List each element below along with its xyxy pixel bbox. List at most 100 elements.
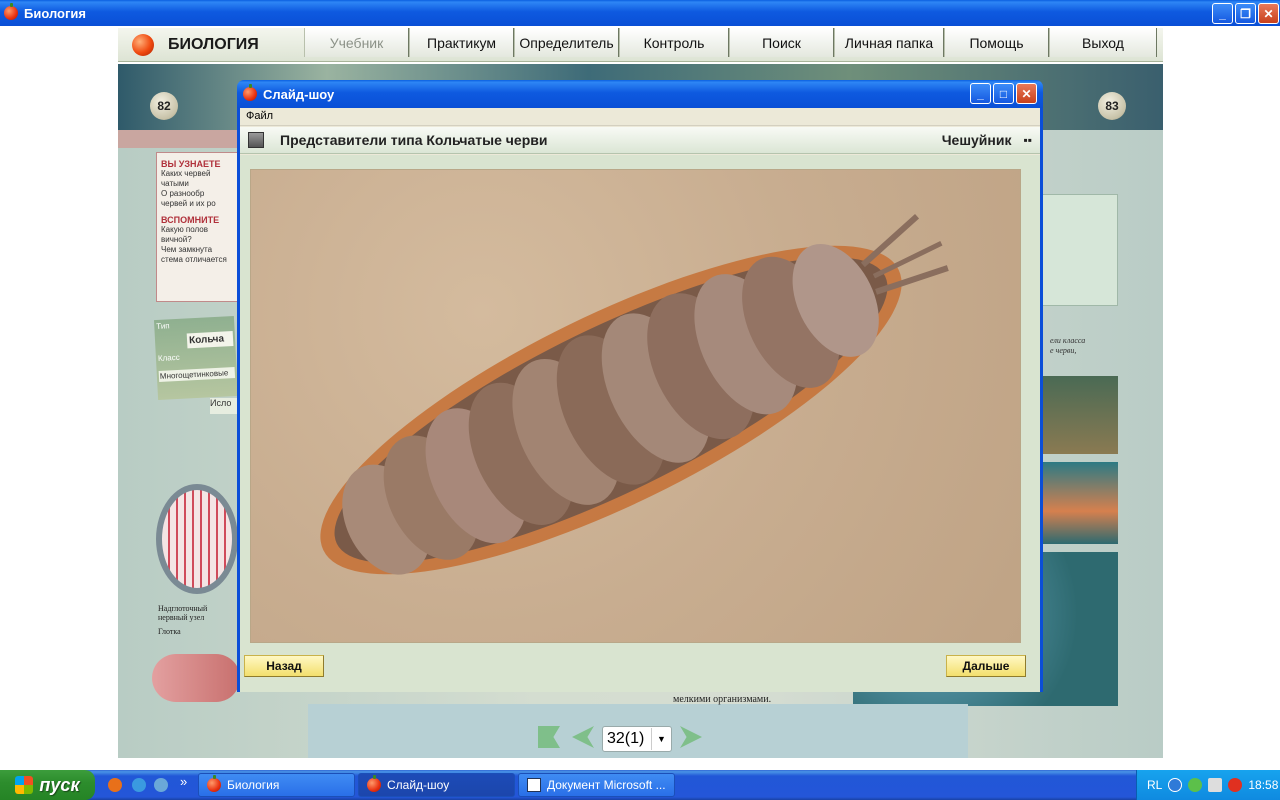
card-class-label: Класс [157,352,180,363]
diagram-label: Глотка [158,627,181,636]
card-type-label: Тип [156,321,170,332]
learn-line: О разнообр [161,189,205,198]
task-label: Слайд-шоу [387,778,450,792]
task-slideshow[interactable]: Слайд-шоу [358,773,515,797]
security-shield-icon[interactable] [1188,778,1203,792]
alert-icon[interactable] [1228,778,1243,792]
start-label: пуск [39,774,80,795]
learn-box: ВЫ УЗНАЕТЕ Каких червей чатыми О разнооб… [156,152,242,302]
task-label: Документ Microsoft ... [547,778,666,792]
learn-line: чатыми [161,179,189,188]
learn-heading: ВЫ УЗНАЕТЕ [161,159,221,169]
minimize-icon[interactable]: _ [1212,3,1233,24]
learn-line: червей и их ро [161,199,216,208]
menu-practicum[interactable]: Практикум [409,28,514,57]
card-extra: Исло [210,398,240,414]
app-apple-icon [4,3,18,20]
back-button[interactable]: Назад [244,655,324,677]
start-button[interactable]: пуск [0,770,95,800]
slideshow-title-bar: Слайд-шоу [237,80,1043,108]
remember-line: Чем замкнута [161,245,213,254]
taskbar: пуск » Биология Слайд-шоу Документ Micro… [0,770,1280,800]
menu-exit[interactable]: Выход [1049,28,1157,57]
firefox-icon[interactable] [108,778,122,792]
chevron-down-icon[interactable]: ▼ [651,728,671,750]
volume-icon[interactable] [1208,778,1223,792]
main-window-title: Биология [24,5,86,21]
menu-label: Учебник [329,34,384,51]
left-red-strip [118,130,243,148]
menu-label: Определитель [519,34,614,51]
menu-search[interactable]: Поиск [729,28,834,57]
menu-control[interactable]: Контроль [619,28,729,57]
grid-view-icon[interactable]: ▪▪ [1023,133,1032,147]
slide-content: Назад Дальше [240,155,1040,692]
remember-line: вичной? [161,235,192,244]
task-apple-icon [207,775,221,792]
slideshow-minimize-icon[interactable]: _ [970,83,991,104]
slide-header: Представители типа Кольчатые черви Чешуй… [240,127,1040,154]
clock: 18:58 [1248,778,1279,792]
diagram-label: Надглоточный [158,604,208,613]
menu-personal-folder[interactable]: Личная папка [834,28,944,57]
right-text-line: е черви, [1050,346,1077,355]
page-counter: 32(1) [607,730,645,747]
slideshow-title: Слайд-шоу [263,86,335,102]
card-phylum: Кольча [186,331,234,349]
remember-line: Какую полов [161,225,208,234]
left-page-number: 82 [150,92,178,120]
slide-image [250,169,1021,643]
next-label: Дальше [962,659,1010,673]
slide-heading: Представители типа Кольчатые черви [280,132,548,148]
slideshow-apple-icon [243,84,257,101]
right-text: ели класса е черви, [1050,336,1085,356]
slideshow-maximize-icon[interactable]: □ [993,83,1014,104]
main-title-bar: Биология [0,0,1280,26]
slideshow-close-icon[interactable]: ✕ [1016,83,1037,104]
menu-label: Контроль [643,34,705,51]
menu-label: Личная папка [844,34,934,51]
menu-identifier[interactable]: Определитель [514,28,619,57]
menu-file[interactable]: Файл [246,110,273,122]
back-label: Назад [266,659,302,673]
menu-label: Практикум [427,34,496,51]
back-arrow-icon[interactable] [1168,778,1183,792]
magnifier-diagram [156,484,238,594]
media-player-icon[interactable] [132,778,146,792]
word-doc-icon [527,778,541,792]
next-button[interactable]: Дальше [946,655,1026,677]
worm-anatomy-drawing [152,654,240,702]
diagram-label: нервный узел [158,613,205,622]
system-tray: RL 18:58 [1136,770,1280,800]
page-selector[interactable]: 32(1) ▼ [602,726,672,752]
film-icon [248,132,264,148]
species-name: Чешуйник [941,132,1012,148]
menu-textbook[interactable]: Учебник [304,28,409,57]
right-photo-fireworm [1043,462,1118,544]
quicklaunch-overflow-icon[interactable]: » [180,774,187,789]
menu-label: Поиск [762,34,801,51]
diagram-label-ganglion: Надглоточный нервный узел Глотка [158,604,207,636]
restore-icon[interactable]: ❐ [1235,3,1256,24]
browser-icon[interactable] [154,778,168,792]
right-page-number: 83 [1098,92,1126,120]
lower-text: мелкими организмами. [673,694,772,705]
close-icon[interactable]: ✕ [1258,3,1279,24]
app-menubar: БИОЛОГИЯ Учебник Практикум Определитель … [118,28,1163,62]
menu-label: Помощь [969,34,1024,51]
right-text-line: ели класса [1050,336,1086,345]
task-word-document[interactable]: Документ Microsoft ... [518,773,675,797]
task-apple-icon [367,775,381,792]
card-class: Многощетинковые [158,366,236,382]
slideshow-window: Файл Представители типа Кольчатые черви … [237,108,1043,692]
task-biology[interactable]: Биология [198,773,355,797]
learn-line: Каких червей [161,169,211,178]
remember-line: стема отличается [161,255,227,264]
app-logo-text: БИОЛОГИЯ [168,36,259,53]
classification-card: Тип Кольча Класс Многощетинковые [153,315,239,401]
remember-heading: ВСПОМНИТЕ [161,215,220,225]
menu-label: Выход [1082,34,1124,51]
menu-help[interactable]: Помощь [944,28,1049,57]
scale-worm-illustration [320,214,949,575]
language-indicator[interactable]: RL [1147,778,1162,792]
